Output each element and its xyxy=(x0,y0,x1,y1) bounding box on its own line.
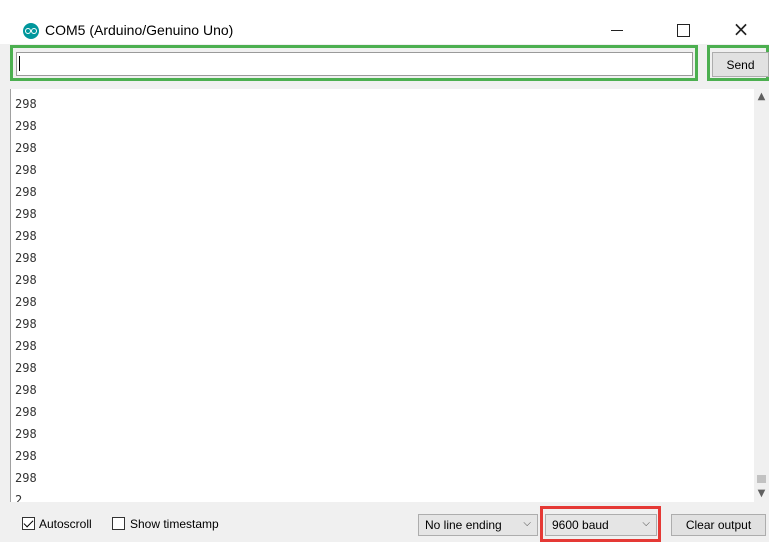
line-ending-select[interactable]: No line ending ⌵ xyxy=(418,514,538,536)
output-line: 298 xyxy=(15,317,37,331)
output-line: 298 xyxy=(15,273,37,287)
arduino-logo-icon xyxy=(23,23,39,39)
output-line: 298 xyxy=(15,471,37,485)
output-line: 298 xyxy=(15,449,37,463)
output-line: 298 xyxy=(15,427,37,441)
output-line: 298 xyxy=(15,405,37,419)
output-line: 298 xyxy=(15,207,37,221)
line-ending-value: No line ending xyxy=(425,518,502,532)
minimize-icon xyxy=(611,30,623,31)
output-line: 298 xyxy=(15,295,37,309)
chevron-down-icon: ⌵ xyxy=(523,518,531,529)
autoscroll-label[interactable]: Autoscroll xyxy=(39,517,92,531)
baud-highlight-box xyxy=(540,506,661,542)
output-line: 298 xyxy=(15,185,37,199)
output-line: 298 xyxy=(15,119,37,133)
show-timestamp-checkbox[interactable] xyxy=(112,517,125,530)
close-icon: × xyxy=(732,16,750,41)
maximize-icon xyxy=(676,24,690,37)
output-line: 298 xyxy=(15,251,37,265)
output-line: 298 xyxy=(15,97,37,111)
output-line: 298 xyxy=(15,141,37,155)
output-lines: 298 298 298 298 298 298 298 298 298 298 298 298 298 2… xyxy=(15,93,37,502)
scroll-up-icon[interactable]: ▲ xyxy=(754,89,769,104)
serial-send-input[interactable] xyxy=(16,52,693,76)
window-title: COM5 (Arduino/Genuino Uno) xyxy=(45,22,234,38)
minimize-button[interactable] xyxy=(594,13,640,44)
output-line: 298 xyxy=(15,229,37,243)
scroll-thumb[interactable] xyxy=(757,475,766,483)
vertical-scrollbar[interactable]: ▲ ▼ xyxy=(754,89,769,502)
scroll-down-icon[interactable]: ▼ xyxy=(754,486,769,501)
close-button[interactable]: × xyxy=(718,13,764,44)
show-timestamp-label[interactable]: Show timestamp xyxy=(130,517,219,531)
output-line: 298 xyxy=(15,339,37,353)
send-button[interactable]: Send xyxy=(712,52,769,77)
serial-output-area[interactable]: 298 298 298 298 298 298 298 298 298 298 298 298 298 2… xyxy=(10,89,769,502)
text-caret xyxy=(19,56,20,71)
title-bar: COM5 (Arduino/Genuino Uno) × xyxy=(0,0,769,44)
serial-monitor-window: COM5 (Arduino/Genuino Uno) × Send 298 298… xyxy=(0,0,769,542)
clear-output-button[interactable]: Clear output xyxy=(671,514,766,536)
output-line: 298 xyxy=(15,163,37,177)
autoscroll-checkbox[interactable] xyxy=(22,517,35,530)
output-line: 2 xyxy=(15,493,23,502)
output-line: 298 xyxy=(15,383,37,397)
maximize-button[interactable] xyxy=(660,13,706,44)
output-line: 298 xyxy=(15,361,37,375)
